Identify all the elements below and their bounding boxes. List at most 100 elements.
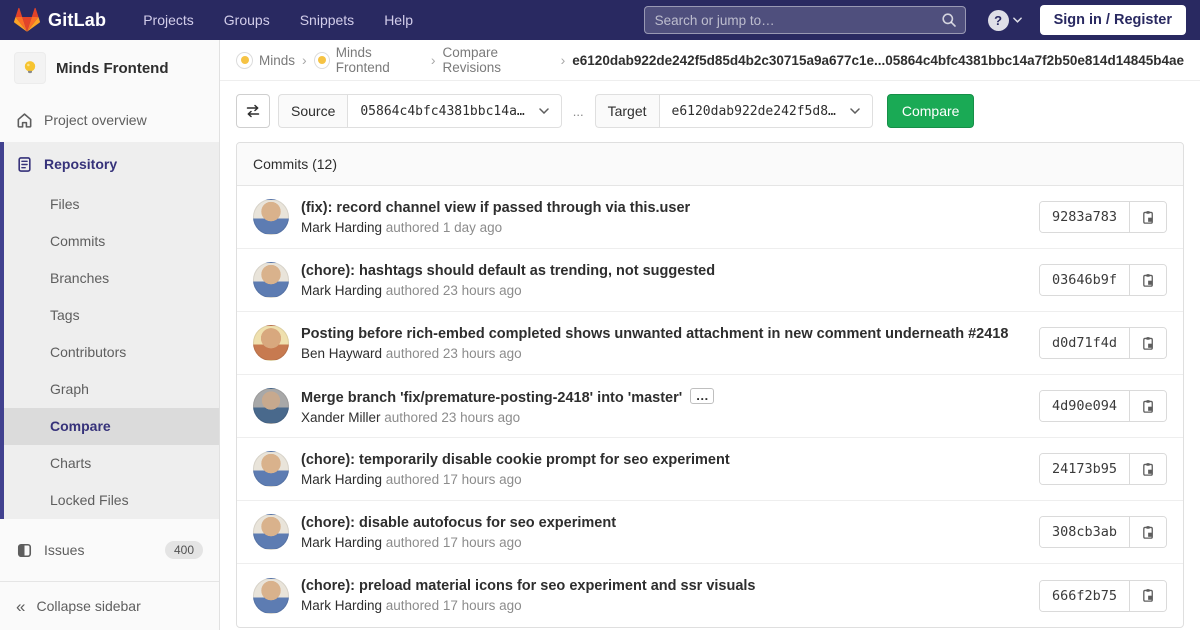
help-dropdown[interactable]: ? <box>988 10 1022 31</box>
author-avatar[interactable] <box>253 514 289 550</box>
source-label: Source <box>278 94 347 128</box>
group-avatar <box>236 52 253 69</box>
commit-title-link[interactable]: Posting before rich-embed completed show… <box>301 326 1039 342</box>
commit-title-link[interactable]: (fix): record channel view if passed thr… <box>301 200 1039 216</box>
sidebar-item-charts[interactable]: Charts <box>4 445 219 482</box>
home-icon <box>16 112 33 129</box>
nav-projects[interactable]: Projects <box>132 0 205 40</box>
source-ref-dropdown[interactable]: 05864c4bfc4381bbc14a… <box>347 94 561 128</box>
search-box <box>644 6 966 34</box>
commit-row: Posting before rich-embed completed show… <box>237 312 1183 375</box>
commit-title-link[interactable]: Merge branch 'fix/premature-posting-2418… <box>301 388 1039 406</box>
commit-sha-link[interactable]: d0d71f4d <box>1040 328 1130 358</box>
sidebar-item-commits[interactable]: Commits <box>4 223 219 260</box>
commit-title-link[interactable]: (chore): disable autofocus for seo exper… <box>301 515 1039 531</box>
commit-sha-link[interactable]: 03646b9f <box>1040 265 1130 295</box>
copy-sha-button[interactable] <box>1130 391 1166 421</box>
commit-time: authored 23 hours ago <box>382 346 522 361</box>
commit-title-link[interactable]: (chore): preload material icons for seo … <box>301 578 1039 594</box>
project-avatar-small <box>314 52 330 69</box>
copy-sha-button[interactable] <box>1130 517 1166 547</box>
commit-row: (chore): preload material icons for seo … <box>237 564 1183 627</box>
gitlab-logo[interactable]: GitLab <box>14 7 106 33</box>
copy-sha-button[interactable] <box>1130 265 1166 295</box>
target-ref-dropdown[interactable]: e6120dab922de242f5d8… <box>659 94 873 128</box>
copy-sha-button[interactable] <box>1130 202 1166 232</box>
chevron-down-icon <box>1013 17 1022 23</box>
author-avatar[interactable] <box>253 262 289 298</box>
commit-title-link[interactable]: (chore): temporarily disable cookie prom… <box>301 452 1039 468</box>
project-sidebar: Minds Frontend Project overview Reposito… <box>0 40 220 630</box>
breadcrumb-current-range: e6120dab922de242f5d85d4b2c30715a9a677c1e… <box>572 53 1184 68</box>
sidebar-project-header[interactable]: Minds Frontend <box>0 40 219 98</box>
chevron-down-icon <box>539 108 549 114</box>
toggle-commit-description-button[interactable]: … <box>690 388 714 404</box>
commit-row: (chore): disable autofocus for seo exper… <box>237 501 1183 564</box>
document-icon <box>16 156 33 173</box>
commit-time: authored 23 hours ago <box>382 283 522 298</box>
breadcrumb-minds-frontend[interactable]: Minds Frontend <box>314 45 424 75</box>
commit-time: authored 17 hours ago <box>382 472 522 487</box>
commit-author-link[interactable]: Mark Harding <box>301 283 382 298</box>
copy-sha-button[interactable] <box>1130 454 1166 484</box>
commit-sha-link[interactable]: 308cb3ab <box>1040 517 1130 547</box>
commit-sha-group: 666f2b75 <box>1039 580 1167 612</box>
swap-revisions-button[interactable] <box>236 94 270 128</box>
clipboard-icon <box>1141 462 1156 477</box>
commit-author-link[interactable]: Ben Hayward <box>301 346 382 361</box>
sidebar-item-compare[interactable]: Compare <box>4 408 219 445</box>
breadcrumb-compare-revisions[interactable]: Compare Revisions <box>443 45 554 75</box>
search-input[interactable] <box>644 6 966 34</box>
sidebar-item-graph[interactable]: Graph <box>4 371 219 408</box>
collapse-sidebar-button[interactable]: « Collapse sidebar <box>0 581 219 630</box>
sidebar-item-tags[interactable]: Tags <box>4 297 219 334</box>
author-avatar[interactable] <box>253 578 289 614</box>
search-icon <box>941 12 957 28</box>
clipboard-icon <box>1141 399 1156 414</box>
sidebar-item-branches[interactable]: Branches <box>4 260 219 297</box>
author-avatar[interactable] <box>253 388 289 424</box>
sidebar-item-issues[interactable]: Issues 400 <box>0 528 219 572</box>
copy-sha-button[interactable] <box>1130 328 1166 358</box>
commit-sha-link[interactable]: 24173b95 <box>1040 454 1130 484</box>
double-chevron-left-icon: « <box>16 598 25 615</box>
commit-author-link[interactable]: Mark Harding <box>301 535 382 550</box>
commit-author-link[interactable]: Mark Harding <box>301 220 382 235</box>
commit-sha-group: 03646b9f <box>1039 264 1167 296</box>
commit-sha-link[interactable]: 4d90e094 <box>1040 391 1130 421</box>
sidebar-item-contributors[interactable]: Contributors <box>4 334 219 371</box>
commits-panel: Commits (12) (fix): record channel view … <box>236 142 1184 628</box>
commit-row: (fix): record channel view if passed thr… <box>237 186 1183 249</box>
clipboard-icon <box>1141 525 1156 540</box>
sign-in-register-button[interactable]: Sign in / Register <box>1040 5 1186 35</box>
nav-snippets[interactable]: Snippets <box>289 0 365 40</box>
sidebar-item-locked-files[interactable]: Locked Files <box>4 482 219 519</box>
question-icon: ? <box>988 10 1009 31</box>
nav-groups[interactable]: Groups <box>213 0 281 40</box>
top-navbar: GitLab Projects Groups Snippets Help ? S… <box>0 0 1200 40</box>
compare-form: Source 05864c4bfc4381bbc14a… ... Target … <box>220 81 1200 142</box>
commit-author-link[interactable]: Xander Miller <box>301 410 381 425</box>
commit-author-link[interactable]: Mark Harding <box>301 598 382 613</box>
copy-sha-button[interactable] <box>1130 581 1166 611</box>
commit-author-link[interactable]: Mark Harding <box>301 472 382 487</box>
breadcrumb-separator-icon <box>561 52 566 68</box>
author-avatar[interactable] <box>253 451 289 487</box>
repository-section: Repository Files Commits Branches Tags C… <box>0 142 219 519</box>
compare-button[interactable]: Compare <box>887 94 975 128</box>
collapse-sidebar-label: Collapse sidebar <box>36 598 140 614</box>
sidebar-item-files[interactable]: Files <box>4 186 219 223</box>
project-name: Minds Frontend <box>56 60 169 77</box>
sidebar-item-repository[interactable]: Repository <box>4 142 219 186</box>
sidebar-item-label: Issues <box>44 542 84 558</box>
commit-title-link[interactable]: (chore): hashtags should default as tren… <box>301 263 1039 279</box>
commit-sha-link[interactable]: 666f2b75 <box>1040 581 1130 611</box>
author-avatar[interactable] <box>253 199 289 235</box>
author-avatar[interactable] <box>253 325 289 361</box>
clipboard-icon <box>1141 210 1156 225</box>
issues-count-badge: 400 <box>165 541 203 559</box>
sidebar-item-project-overview[interactable]: Project overview <box>0 98 219 142</box>
commit-sha-link[interactable]: 9283a783 <box>1040 202 1130 232</box>
nav-help[interactable]: Help <box>373 0 424 40</box>
breadcrumb-minds[interactable]: Minds <box>236 52 295 69</box>
